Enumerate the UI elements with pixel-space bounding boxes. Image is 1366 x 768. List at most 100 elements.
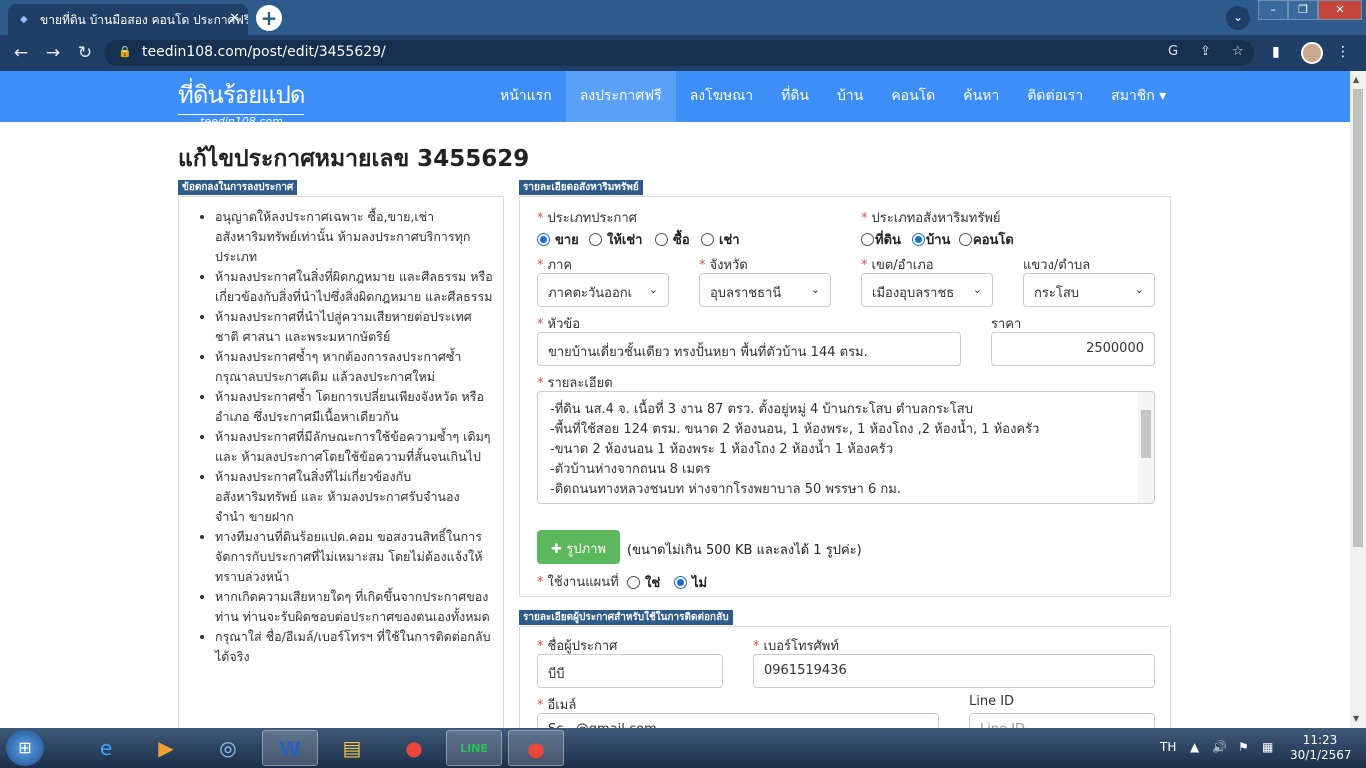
property-type-label: * ประเภทอสังหาริมทรัพย์ <box>861 211 1001 226</box>
rules-panel: อนุญาตให้ลงประกาศเฉพาะ ซื้อ,ขาย,เช่า อสั… <box>178 196 504 728</box>
menu-land[interactable]: ที่ดิน <box>767 71 823 122</box>
app-icon[interactable]: ◎ <box>200 730 256 766</box>
subdistrict-select[interactable]: กระโสบ ⌄ <box>1023 273 1155 307</box>
radio-rent[interactable]: เช่า <box>701 229 740 250</box>
media-player-icon[interactable]: ▶ <box>138 730 194 766</box>
maximize-button[interactable]: ❐ <box>1288 0 1318 20</box>
menu-house[interactable]: บ้าน <box>823 71 877 122</box>
add-image-button[interactable]: ✚ รูปภาพ <box>537 530 621 564</box>
flag-icon[interactable]: ⚑ <box>1238 740 1249 754</box>
radio-map-no[interactable]: ไม่ <box>674 572 707 593</box>
details-heading: รายละเอียดอสังหาริมทรัพย์ <box>519 180 643 195</box>
minimize-button[interactable]: – <box>1258 0 1288 20</box>
subject-label: * หัวข้อ <box>537 317 581 332</box>
volume-icon[interactable]: 🔊 <box>1212 740 1227 754</box>
district-label: * เขต/อำเภอ <box>861 258 934 273</box>
site-favicon-icon: ◆ <box>20 14 28 25</box>
clock-date: 30/1/2567 <box>1290 748 1352 762</box>
region-label: * ภาค <box>537 258 573 273</box>
address-bar[interactable]: 🔒 teedin108.com/post/edit/3455629/ G ⇪ ☆ <box>104 40 1254 66</box>
name-input[interactable]: บีบี <box>537 654 723 688</box>
province-label: * จังหวัด <box>699 258 748 273</box>
browser-toolbar: ← → ↻ 🔒 teedin108.com/post/edit/3455629/… <box>0 35 1366 71</box>
scroll-down-icon[interactable]: ▼ <box>1353 714 1359 723</box>
tray-arrow-icon[interactable]: ▲ <box>1190 740 1199 754</box>
description-textarea[interactable]: -ที่ดิน นส.4 จ. เนื้อที่ 3 งาน 87 ตรว. ต… <box>537 391 1155 504</box>
subject-input[interactable]: ขายบ้านเดี่ยวชั้นเดียว ทรงปั้นหยา พื้นที… <box>537 332 961 366</box>
file-explorer-icon[interactable]: ▤ <box>324 730 380 766</box>
price-label: ราคา <box>991 317 1022 332</box>
phone-input[interactable]: 0961519436 <box>753 654 1155 688</box>
rule-item: ห้ามลงประกาศในสิ่งที่ผิดกฎหมาย และศีลธรร… <box>215 267 493 307</box>
share-icon[interactable]: ⇪ <box>1200 44 1211 59</box>
district-select[interactable]: เมืองอุบลราชธ ⌄ <box>861 273 993 307</box>
menu-advertise[interactable]: ลงโฆษณา <box>676 71 767 122</box>
textarea-scrollbar[interactable] <box>1138 392 1154 503</box>
province-select[interactable]: อุบลราชธานี ⌄ <box>699 273 831 307</box>
menu-member[interactable]: สมาชิก ▾ <box>1097 71 1180 122</box>
chrome-icon[interactable]: ● <box>386 730 442 766</box>
forward-button[interactable]: → <box>42 43 64 63</box>
menu-post-free[interactable]: ลงประกาศฟรี <box>565 71 676 122</box>
tab-search-button[interactable]: ⌄ <box>1226 6 1250 30</box>
scroll-up-icon[interactable]: ▲ <box>1353 75 1359 84</box>
site-navbar: ที่ดินร้อยแปด teedin108.com หน้าแรก ลงปร… <box>0 71 1350 128</box>
language-indicator[interactable]: TH <box>1160 740 1176 754</box>
chevron-down-icon: ⌄ <box>810 283 820 296</box>
web-page: ที่ดินร้อยแปด teedin108.com หน้าแรก ลงปร… <box>0 71 1350 728</box>
rule-item: ห้ามลงประกาศที่นำไปสู่ความเสียหายต่อประเ… <box>215 307 493 347</box>
system-clock[interactable]: 11:23 30/1/2567 <box>1290 733 1352 763</box>
start-button[interactable]: ⊞ <box>6 730 44 766</box>
main-menu: หน้าแรก ลงประกาศฟรี ลงโฆษณา ที่ดิน บ้าน … <box>486 71 1180 122</box>
browser-tab[interactable]: ◆ ขายที่ดิน บ้านมือสอง คอนโด ประกาศฟรี ✕ <box>8 4 248 35</box>
radio-sell[interactable]: ขาย <box>537 229 579 250</box>
close-window-button[interactable]: ✕ <box>1318 0 1362 20</box>
google-icon[interactable]: G <box>1168 44 1178 59</box>
menu-contact[interactable]: ติดต่อเรา <box>1013 71 1097 122</box>
phone-label: * เบอร์โทรศัพท์ <box>753 639 839 654</box>
line-id-input[interactable]: Line ID <box>969 713 1155 728</box>
plus-icon: ✚ <box>551 542 567 557</box>
map-label: * ใช้งานแผนที่ <box>537 575 619 590</box>
chrome-active-icon[interactable]: ● <box>508 730 564 766</box>
line-id-label: Line ID <box>969 694 1015 709</box>
window-controls: – ❐ ✕ <box>1258 0 1362 20</box>
rule-item: กรุณาใส่ ชื่อ/อีเมล์/เบอร์โทรฯ ที่ใช้ในก… <box>215 627 493 667</box>
menu-condo[interactable]: คอนโด <box>877 71 949 122</box>
subdistrict-label: แขวง/ตำบล <box>1023 258 1091 273</box>
scrollbar-thumb[interactable] <box>1353 89 1363 547</box>
radio-map-yes[interactable]: ใช่ <box>627 572 660 593</box>
new-tab-button[interactable]: + <box>256 5 282 31</box>
email-input[interactable]: Sc...@gmail.com <box>537 713 939 728</box>
close-tab-icon[interactable]: ✕ <box>229 11 240 26</box>
network-icon[interactable]: ▦ <box>1262 740 1273 754</box>
lock-icon: 🔒 <box>118 45 132 58</box>
reload-button[interactable]: ↻ <box>74 43 96 63</box>
word-icon[interactable]: W <box>262 730 318 766</box>
back-button[interactable]: ← <box>10 43 32 63</box>
profile-avatar[interactable] <box>1301 42 1323 64</box>
site-logo[interactable]: ที่ดินร้อยแปด teedin108.com <box>178 75 305 128</box>
url-text: teedin108.com/post/edit/3455629/ <box>142 44 386 60</box>
logo-text: ที่ดินร้อยแปด <box>178 75 305 115</box>
radio-buy[interactable]: ซื้อ <box>655 229 690 250</box>
rule-item: ทางทีมงานที่ดินร้อยแปด.คอม ขอสงวนสิทธิ์ใ… <box>215 527 493 587</box>
line-app-icon[interactable]: LINE <box>446 730 502 766</box>
chevron-down-icon: ⌄ <box>972 283 982 296</box>
name-label: * ชื่อผู้ประกาศ <box>537 639 618 654</box>
radio-condo[interactable]: คอนโด <box>959 229 1014 250</box>
side-panel-icon[interactable]: ▮ <box>1272 44 1280 60</box>
price-input[interactable]: 2500000 <box>991 332 1155 366</box>
browser-menu-icon[interactable]: ⋮ <box>1336 44 1350 60</box>
internet-explorer-icon[interactable]: e <box>78 730 134 766</box>
radio-land[interactable]: ที่ดิน <box>861 229 901 250</box>
page-scrollbar[interactable]: ▲ ▼ <box>1350 71 1366 728</box>
description-line: -ติดถนนทางหลวงชนบท ห่างจากโรงพยาบาล 50 พ… <box>550 482 901 497</box>
region-select[interactable]: ภาคตะวันออกเ ⌄ <box>537 273 669 307</box>
menu-search[interactable]: ค้นหา <box>949 71 1013 122</box>
radio-house[interactable]: บ้าน <box>912 229 950 250</box>
bookmark-star-icon[interactable]: ☆ <box>1232 44 1244 59</box>
menu-home[interactable]: หน้าแรก <box>486 71 566 122</box>
radio-for-rent[interactable]: ให้เช่า <box>589 229 642 250</box>
browser-tab-bar: ◆ ขายที่ดิน บ้านมือสอง คอนโด ประกาศฟรี ✕… <box>0 0 1366 35</box>
